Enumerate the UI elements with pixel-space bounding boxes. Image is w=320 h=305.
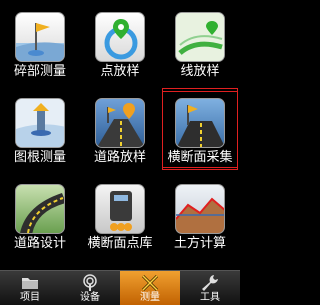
tile-road-stakeout[interactable]: 道路放样 — [80, 86, 160, 172]
road-design-icon — [15, 184, 65, 234]
tile-label: 横断面点库 — [87, 236, 153, 251]
road-stakeout-icon — [95, 98, 145, 148]
tab-label: 设备 — [80, 292, 100, 303]
tile-detail-survey[interactable]: 碎部测量 — [0, 0, 80, 86]
tile-label: 点放样 — [100, 64, 140, 79]
cross-section-library-icon — [95, 184, 145, 234]
tile-label: 线放样 — [180, 64, 220, 79]
antenna-icon — [80, 274, 100, 292]
tab-label: 项目 — [20, 292, 40, 303]
tab-tools[interactable]: 工具 — [180, 271, 240, 305]
tile-label: 道路放样 — [93, 150, 146, 165]
tile-label: 道路设计 — [13, 236, 66, 251]
tile-control-survey[interactable]: 图根测量 — [0, 86, 80, 172]
survey-flag-icon — [15, 12, 65, 62]
cross-section-collect-icon — [175, 98, 225, 148]
tile-point-stakeout[interactable]: 点放样 — [80, 0, 160, 86]
tile-label: 碎部测量 — [13, 64, 66, 79]
tile-cross-section-collect[interactable]: 横断面采集 — [160, 86, 240, 172]
tab-project[interactable]: 项目 — [0, 271, 60, 305]
tools-cross-icon — [140, 274, 160, 292]
tab-label: 测量 — [140, 292, 160, 303]
line-stakeout-icon — [175, 12, 225, 62]
tile-earthwork-calc[interactable]: 土方计算 — [160, 172, 240, 258]
folder-icon — [20, 274, 40, 292]
tile-label: 横断面采集 — [167, 150, 233, 165]
tab-survey[interactable]: 测量 — [120, 271, 180, 305]
tab-label: 工具 — [200, 292, 220, 303]
tab-device[interactable]: 设备 — [60, 271, 120, 305]
tile-road-design[interactable]: 道路设计 — [0, 172, 80, 258]
earthwork-calc-icon — [175, 184, 225, 234]
control-survey-icon — [15, 98, 65, 148]
wrench-icon — [200, 274, 220, 292]
tile-cross-section-library[interactable]: 横断面点库 — [80, 172, 160, 258]
bottom-tab-bar: 项目 设备 测量 工具 — [0, 270, 240, 305]
tile-line-stakeout[interactable]: 线放样 — [160, 0, 240, 86]
function-grid: 碎部测量 点放样 线放样 图根测量 道路放样 横断面采集 道路设计 横断面点库 … — [0, 0, 240, 270]
tile-label: 图根测量 — [13, 150, 66, 165]
tile-label: 土方计算 — [173, 236, 226, 251]
point-stakeout-icon — [95, 12, 145, 62]
